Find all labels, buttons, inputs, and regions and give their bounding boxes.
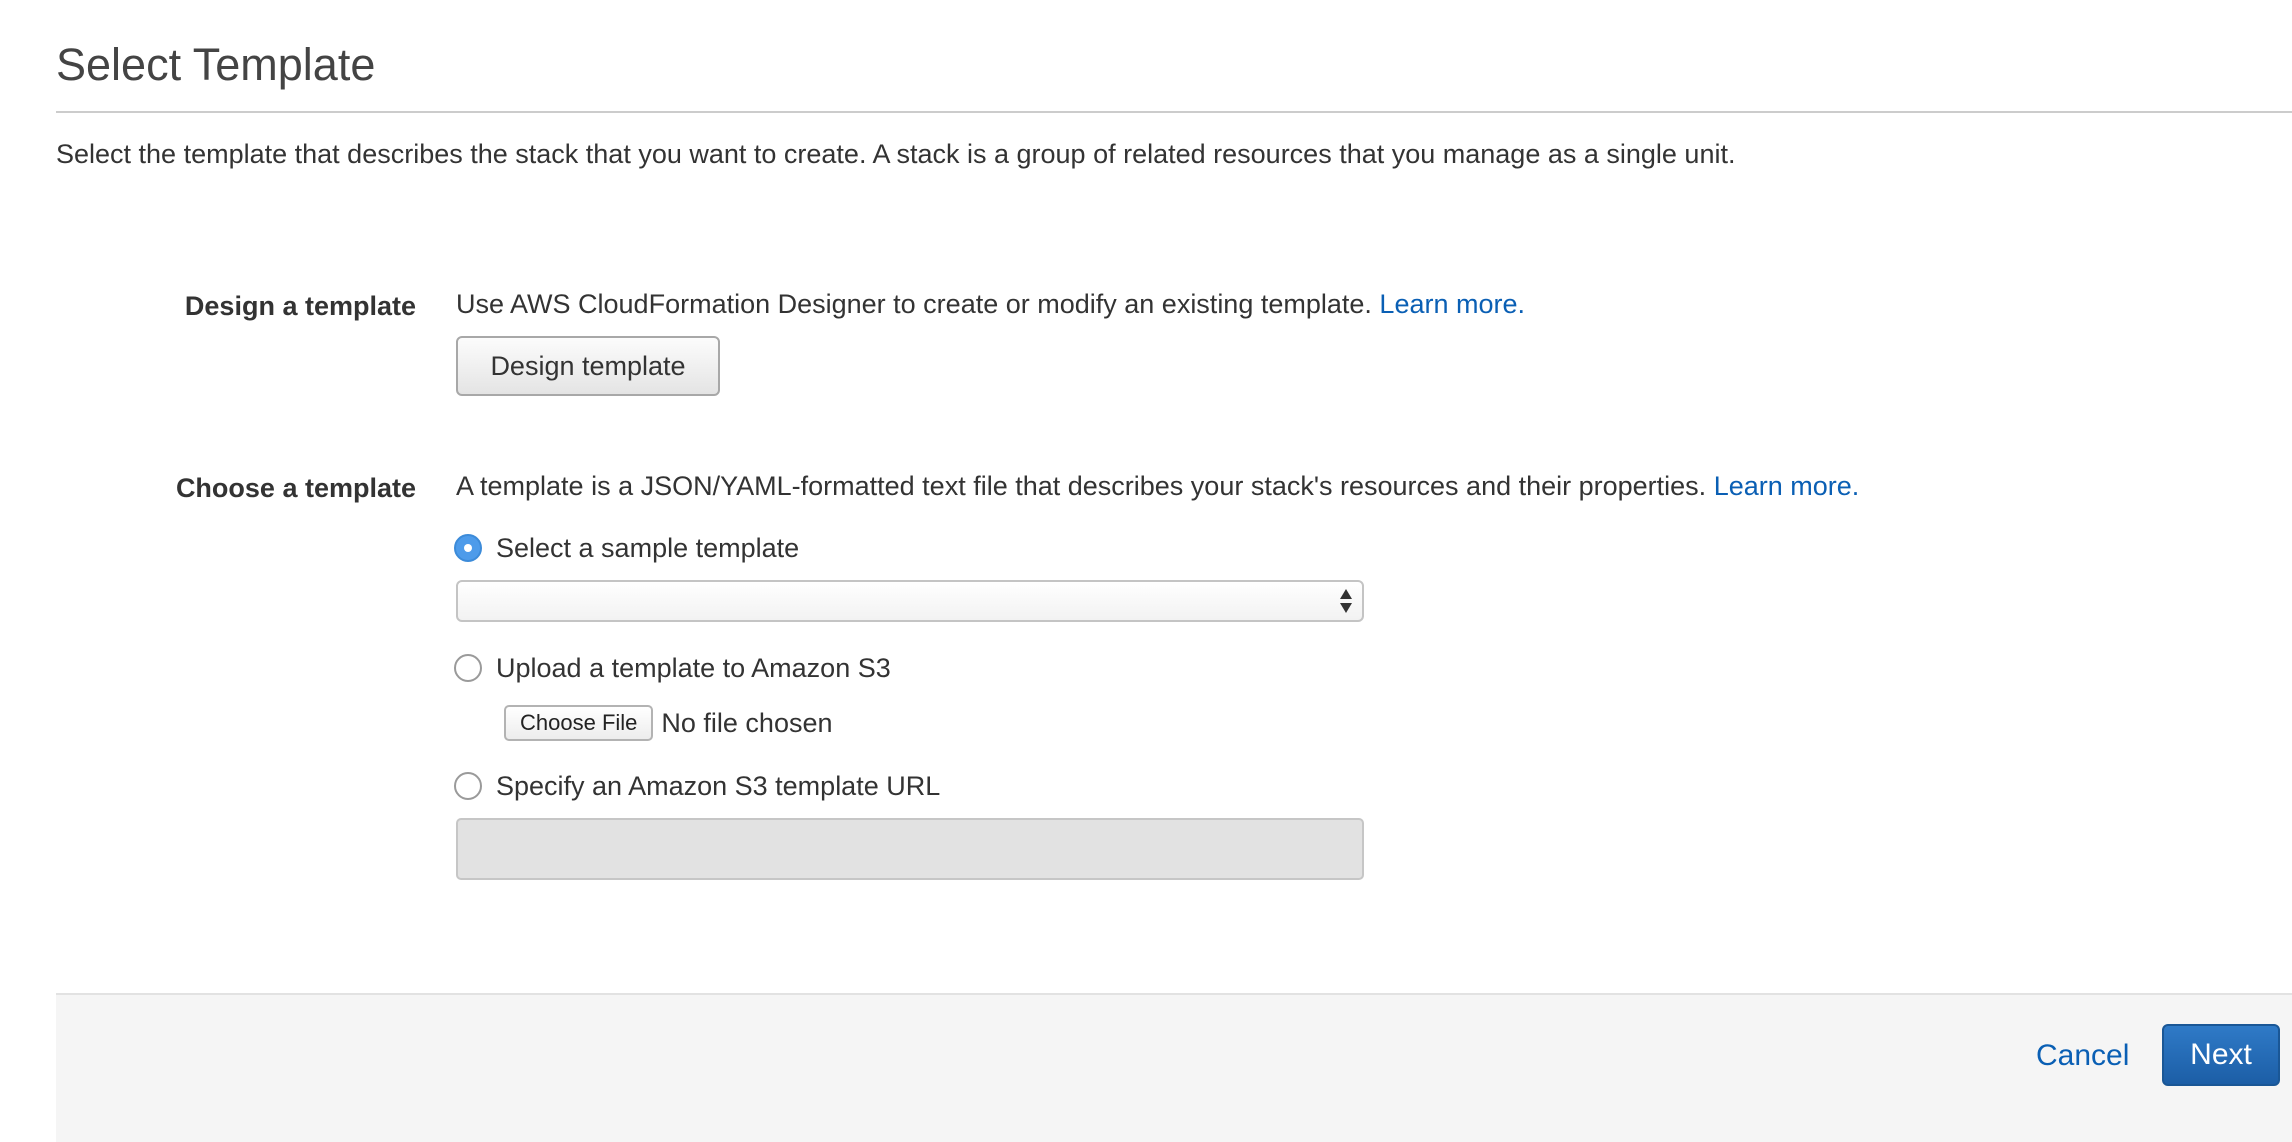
up-down-arrows-icon: [1340, 589, 1352, 613]
sample-template-select[interactable]: [456, 580, 1364, 622]
radio-option-s3-url[interactable]: Specify an Amazon S3 template URL: [454, 768, 940, 804]
radio-option-sample-template[interactable]: Select a sample template: [454, 530, 799, 566]
radio-s3-url-label: Specify an Amazon S3 template URL: [496, 771, 941, 801]
choose-template-description-row: A template is a JSON/YAML-formatted text…: [456, 468, 1859, 504]
page-intro: Select the template that describes the s…: [56, 139, 1736, 169]
wizard-footer: [56, 993, 2292, 1142]
choose-template-description: A template is a JSON/YAML-formatted text…: [456, 471, 1707, 501]
file-upload-row: Choose File No file chosen: [504, 704, 833, 742]
radio-sample-template-label: Select a sample template: [496, 533, 800, 563]
next-button[interactable]: Next: [2162, 1024, 2280, 1086]
design-template-button[interactable]: Design template: [456, 336, 720, 396]
design-template-description-row: Use AWS CloudFormation Designer to creat…: [456, 286, 1525, 322]
s3-template-url-input[interactable]: [456, 818, 1364, 880]
select-template-page: Select Template Select the template that…: [0, 0, 2292, 1142]
choose-file-button[interactable]: Choose File: [504, 705, 654, 741]
choose-template-label: Choose a template: [175, 473, 416, 503]
design-template-label: Design a template: [184, 291, 416, 321]
choose-learn-more-link[interactable]: Learn more.: [1714, 471, 1860, 501]
page-title: Select Template: [56, 39, 376, 90]
title-divider: [56, 111, 2292, 113]
radio-upload-s3[interactable]: [454, 654, 482, 682]
radio-sample-template[interactable]: [454, 534, 482, 562]
file-status-text: No file chosen: [661, 707, 833, 738]
radio-upload-s3-label: Upload a template to Amazon S3: [496, 653, 891, 683]
radio-option-upload-s3[interactable]: Upload a template to Amazon S3: [454, 650, 891, 686]
cancel-link[interactable]: Cancel: [2036, 1036, 2129, 1076]
radio-s3-url[interactable]: [454, 772, 482, 800]
design-template-description: Use AWS CloudFormation Designer to creat…: [456, 289, 1372, 319]
design-learn-more-link[interactable]: Learn more.: [1379, 289, 1525, 319]
